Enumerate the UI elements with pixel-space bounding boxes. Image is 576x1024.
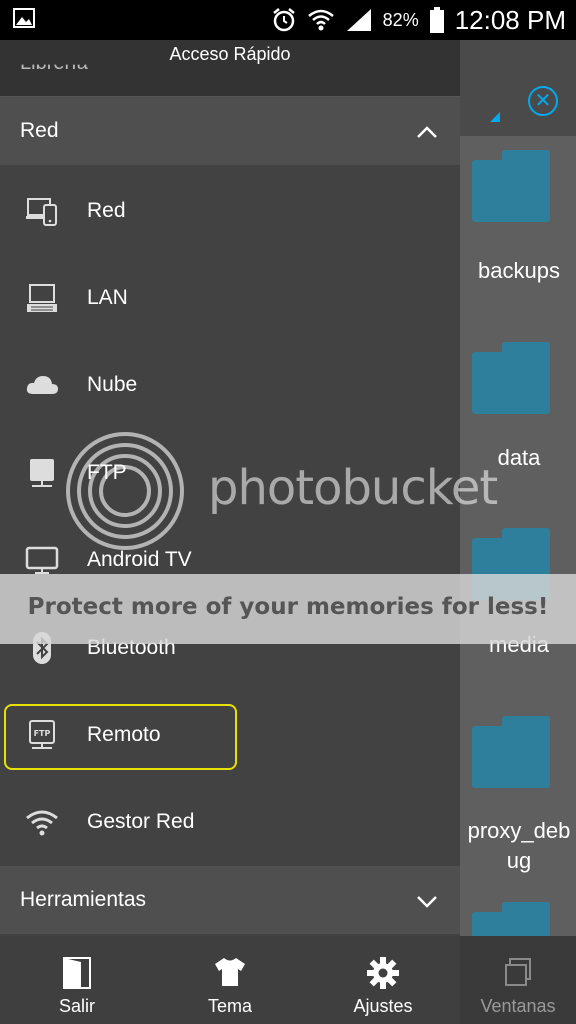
drawer-item-gestor-red[interactable]: Gestor Red (0, 778, 460, 865)
windows-stack-icon (505, 958, 531, 986)
folder-icon[interactable] (472, 150, 550, 222)
drawer-header: Librería Acceso Rápido (0, 40, 460, 96)
settings-button[interactable]: Ajustes (323, 936, 443, 1024)
tv-icon (25, 546, 59, 574)
signal-icon (346, 9, 371, 31)
drawer-item-label: Nube (87, 373, 138, 396)
nav-label: Salir (58, 996, 95, 1016)
gear-icon (367, 957, 399, 989)
chevron-up-icon (417, 126, 437, 138)
status-bar: 82% 12:08 PM (0, 0, 576, 40)
folder-label[interactable]: proxy_deb (462, 818, 576, 844)
dropdown-indicator-icon[interactable] (490, 112, 500, 122)
alarm-icon (272, 8, 295, 32)
wifi-icon (307, 9, 334, 31)
section-herramientas-header[interactable]: Herramientas (0, 866, 460, 934)
tshirt-icon (215, 958, 245, 986)
exit-door-icon (63, 957, 91, 989)
bottom-navigation: Salir Tema Ajustes Ventanas (0, 936, 576, 1024)
section-label: Herramientas (20, 888, 147, 911)
close-circle-icon[interactable]: ✕ (528, 86, 558, 116)
theme-button[interactable]: Tema (170, 936, 290, 1024)
nav-label: Tema (207, 996, 252, 1016)
folder-icon[interactable] (472, 342, 550, 414)
drawer-item-label: Gestor Red (87, 810, 195, 833)
clock: 12:08 PM (454, 4, 566, 35)
drawer-item-red[interactable]: Red (0, 167, 460, 254)
folder-label[interactable]: backups (462, 258, 576, 284)
section-label: Red (20, 119, 59, 142)
drawer-title: Acceso Rápido (169, 44, 291, 64)
photobucket-logo-icon (66, 432, 184, 550)
drawer-item-nube[interactable]: Nube (0, 341, 460, 428)
exit-button[interactable]: Salir (17, 936, 137, 1024)
battery-percentage: 82% (382, 9, 419, 30)
nav-label: Ajustes (353, 996, 413, 1016)
wifi-manager-icon (26, 810, 58, 836)
watermark-banner-text: Protect more of your memories for less! (27, 594, 549, 620)
watermark-brand: photobucket (208, 460, 498, 516)
drawer-item-label: LAN (87, 286, 128, 309)
drawer-item-lan[interactable]: LAN (0, 254, 460, 341)
network-devices-icon (26, 198, 57, 226)
cloud-icon (26, 376, 58, 394)
ftp-server-icon (30, 459, 54, 487)
folder-label-continued: ug (506, 848, 532, 873)
chevron-down-icon (417, 896, 437, 908)
watermark-banner: Protect more of your memories for less! (0, 574, 576, 644)
folder-icon[interactable] (472, 716, 550, 788)
drawer-item-label: Red (87, 199, 126, 222)
gallery-notification-icon (13, 8, 35, 28)
nav-label: Ventanas (480, 996, 556, 1016)
battery-icon (429, 7, 444, 33)
section-red-header[interactable]: Red (0, 97, 460, 165)
lan-computer-icon (27, 284, 57, 312)
selection-highlight (4, 704, 237, 770)
windows-button[interactable]: Ventanas (458, 936, 576, 1024)
